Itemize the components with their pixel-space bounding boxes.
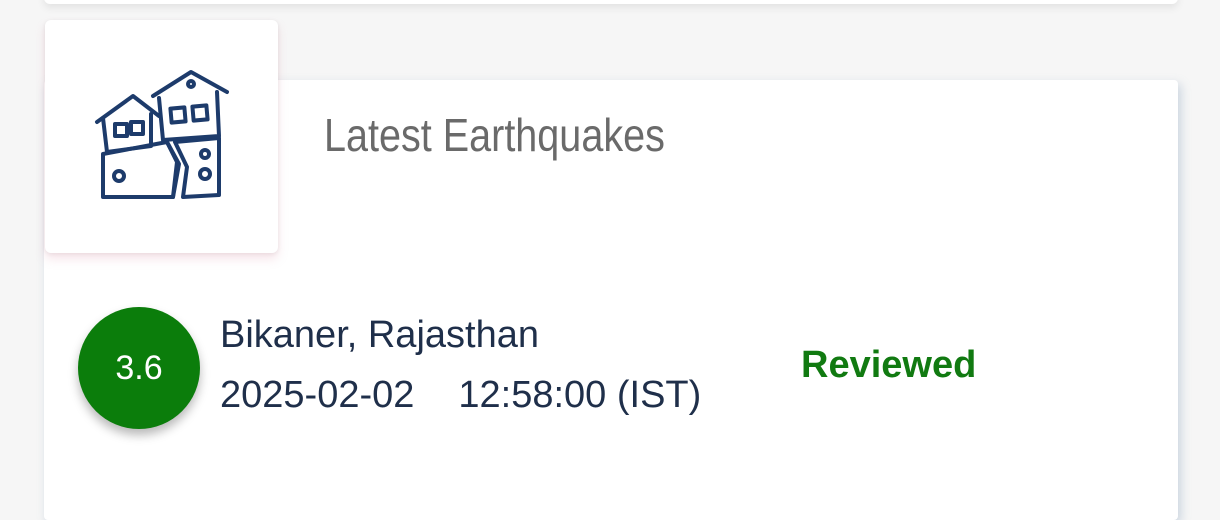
section-icon-tile xyxy=(45,20,278,253)
earthquake-datetime: 2025-02-02 12:58:00 (IST) xyxy=(220,374,701,417)
earthquake-houses-icon xyxy=(94,69,229,199)
magnitude-value: 3.6 xyxy=(115,348,163,387)
status-badge: Reviewed xyxy=(801,344,977,386)
magnitude-badge: 3.6 xyxy=(78,307,200,429)
section-title: Latest Earthquakes xyxy=(324,109,665,161)
previous-card xyxy=(44,0,1178,4)
earthquake-list-item[interactable]: 3.6 Bikaner, Rajasthan 2025-02-02 12:58:0… xyxy=(44,300,1178,430)
earthquake-location: Bikaner, Rajasthan xyxy=(220,314,539,356)
earthquake-date: 2025-02-02 xyxy=(220,374,415,416)
earthquake-time: 12:58:00 (IST) xyxy=(458,374,702,416)
